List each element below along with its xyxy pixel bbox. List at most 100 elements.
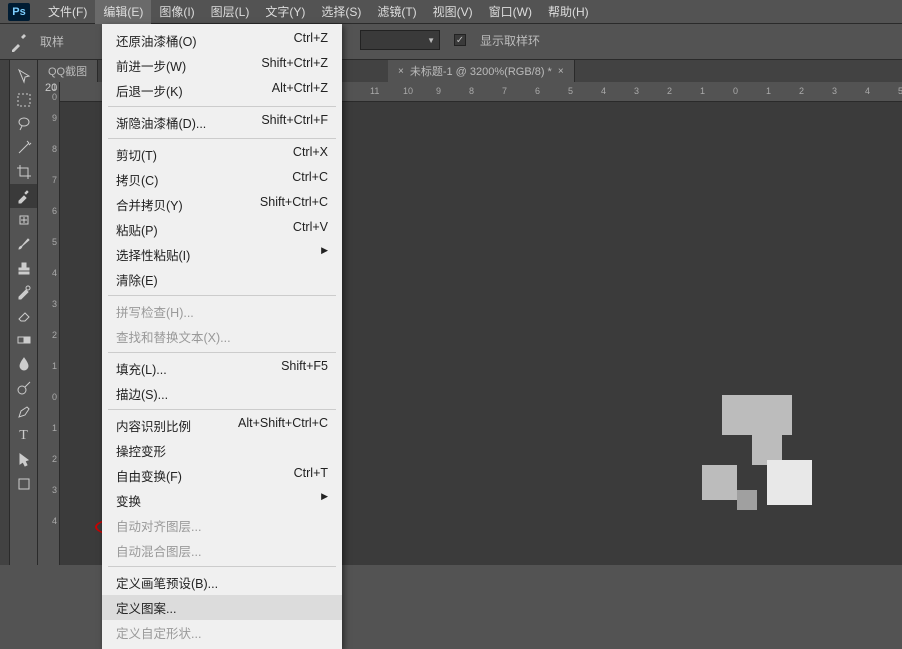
menu-help[interactable]: 帮助(H) <box>540 0 597 24</box>
menu-item[interactable]: 定义画笔预设(B)... <box>102 570 342 595</box>
menu-item-label: 后退一步(K) <box>116 81 183 100</box>
ruler-tick: 3 <box>52 485 57 495</box>
menu-item[interactable]: 操控变形 <box>102 438 342 463</box>
brush-tool-icon[interactable] <box>10 232 37 256</box>
menu-item[interactable]: 拷贝(C) Ctrl+C <box>102 167 342 192</box>
ruler-tick: 9 <box>436 86 441 96</box>
menu-item[interactable]: 渐隐油漆桶(D)...Shift+Ctrl+F <box>102 110 342 135</box>
menu-item-label: 填充(L)... <box>116 359 167 378</box>
menu-item[interactable]: 变换▶ <box>102 488 342 513</box>
ruler-tick: 5 <box>52 237 57 247</box>
ruler-tick: 8 <box>52 144 57 154</box>
sample-ring-label: 显示取样环 <box>480 32 540 49</box>
ruler-tick: 2 <box>52 330 57 340</box>
menu-item-label: 定义图案... <box>116 598 176 617</box>
menu-item-label: 变换 <box>116 491 141 510</box>
menu-item-label: 拼写检查(H)... <box>116 302 194 321</box>
menu-item-label: 还原油漆桶(O) <box>116 31 197 50</box>
menu-item: 自动混合图层... <box>102 538 342 563</box>
sample-label: 取样 <box>40 33 64 50</box>
menu-item[interactable]: 合并拷贝(Y)Shift+Ctrl+C <box>102 192 342 217</box>
type-tool-icon[interactable]: T <box>10 424 37 448</box>
menu-view[interactable]: 视图(V) <box>425 0 481 24</box>
ruler-tick: 3 <box>52 299 57 309</box>
menu-filter[interactable]: 滤镜(T) <box>369 0 424 24</box>
ruler-tick: 8 <box>469 86 474 96</box>
menu-item-shortcut: Ctrl+C <box>292 170 328 189</box>
menu-item-label: 渐隐油漆桶(D)... <box>116 113 206 132</box>
healing-tool-icon[interactable] <box>10 208 37 232</box>
magic-wand-tool-icon[interactable] <box>10 136 37 160</box>
menu-item: 定义自定形状... <box>102 620 342 645</box>
menu-item-label: 描边(S)... <box>116 384 168 403</box>
menu-type[interactable]: 文字(Y) <box>257 0 313 24</box>
eyedropper-tool-icon[interactable] <box>10 184 37 208</box>
menu-item-label: 清除(E) <box>116 270 158 289</box>
doc-tab-2[interactable]: × 未标题-1 @ 3200%(RGB/8) * × <box>388 60 575 82</box>
marquee-tool-icon[interactable] <box>10 88 37 112</box>
menu-item[interactable]: 剪切(T)Ctrl+X <box>102 142 342 167</box>
doc-tab-1[interactable]: QQ截图 <box>38 60 98 82</box>
menu-item-shortcut: Alt+Ctrl+Z <box>272 81 328 100</box>
ruler-tick: 0 <box>733 86 738 96</box>
ruler-tick: 7 <box>502 86 507 96</box>
menu-item[interactable]: 选择性粘贴(I)▶ <box>102 242 342 267</box>
menu-item[interactable]: 前进一步(W)Shift+Ctrl+Z <box>102 53 342 78</box>
menu-item[interactable]: 后退一步(K) Alt+Ctrl+Z <box>102 78 342 103</box>
menu-window[interactable]: 窗口(W) <box>481 0 540 24</box>
ruler-tick: 7 <box>52 175 57 185</box>
sample-size-dropdown[interactable]: ▼ <box>360 30 440 50</box>
menu-item[interactable]: 清除(E) <box>102 267 342 292</box>
pen-tool-icon[interactable] <box>10 400 37 424</box>
menu-item[interactable]: 填充(L)...Shift+F5 <box>102 356 342 381</box>
menu-item-shortcut: Shift+Ctrl+Z <box>261 56 328 75</box>
tool-strip-collapsed[interactable] <box>0 60 10 565</box>
menu-item-shortcut: Shift+Ctrl+C <box>260 195 328 214</box>
close-icon[interactable]: × <box>558 66 564 77</box>
ruler-tick: 4 <box>52 516 57 526</box>
ruler-tick: 2 <box>799 86 804 96</box>
dodge-tool-icon[interactable] <box>10 376 37 400</box>
path-select-tool-icon[interactable] <box>10 448 37 472</box>
menu-item-label: 内容识别比例 <box>116 416 191 435</box>
close-icon[interactable]: × <box>398 66 404 77</box>
ruler-tick: 4 <box>865 86 870 96</box>
blur-tool-icon[interactable] <box>10 352 37 376</box>
menu-item[interactable]: 还原油漆桶(O)Ctrl+Z <box>102 28 342 53</box>
menu-layer[interactable]: 图层(L) <box>203 0 258 24</box>
menu-item-label: 粘贴(P) <box>116 220 158 239</box>
menu-edit[interactable]: 编辑(E) <box>95 0 151 24</box>
eyedropper-icon[interactable] <box>8 30 32 54</box>
menu-item-label: 操控变形 <box>116 441 166 460</box>
menu-file[interactable]: 文件(F) <box>40 0 95 24</box>
menu-item-label: 自动混合图层... <box>116 541 201 560</box>
ruler-tick: 0 <box>52 392 57 402</box>
sample-ring-checkbox[interactable]: ✓ <box>454 34 466 46</box>
eraser-tool-icon[interactable] <box>10 304 37 328</box>
menu-item: 自动对齐图层... <box>102 513 342 538</box>
menu-item: 查找和替换文本(X)... <box>102 324 342 349</box>
menu-item-label: 拷贝(C) <box>116 170 158 189</box>
menu-item[interactable]: 定义图案... <box>102 595 342 620</box>
menu-item-shortcut: Alt+Shift+Ctrl+C <box>238 416 328 435</box>
ruler-tick: 9 <box>52 113 57 123</box>
menu-item-label: 定义自定形状... <box>116 623 201 642</box>
menu-item[interactable]: 自由变换(F)Ctrl+T <box>102 463 342 488</box>
crop-tool-icon[interactable] <box>10 160 37 184</box>
stamp-tool-icon[interactable] <box>10 256 37 280</box>
menu-item[interactable]: 粘贴(P)Ctrl+V <box>102 217 342 242</box>
menu-item[interactable]: 描边(S)... <box>102 381 342 406</box>
gradient-tool-icon[interactable] <box>10 328 37 352</box>
history-brush-tool-icon[interactable] <box>10 280 37 304</box>
menu-item[interactable]: 内容识别比例 Alt+Shift+Ctrl+C <box>102 413 342 438</box>
ruler-tick: 1 <box>52 423 57 433</box>
move-tool-icon[interactable] <box>10 64 37 88</box>
shape-tool-icon[interactable] <box>10 472 37 496</box>
ruler-tick: 11 <box>370 86 379 96</box>
menu-select[interactable]: 选择(S) <box>313 0 369 24</box>
ruler-tick: 1 <box>766 86 771 96</box>
edit-menu-dropdown: 还原油漆桶(O)Ctrl+Z前进一步(W)Shift+Ctrl+Z后退一步(K)… <box>102 24 342 649</box>
menu-image[interactable]: 图像(I) <box>151 0 202 24</box>
menu-item: 拼写检查(H)... <box>102 299 342 324</box>
lasso-tool-icon[interactable] <box>10 112 37 136</box>
